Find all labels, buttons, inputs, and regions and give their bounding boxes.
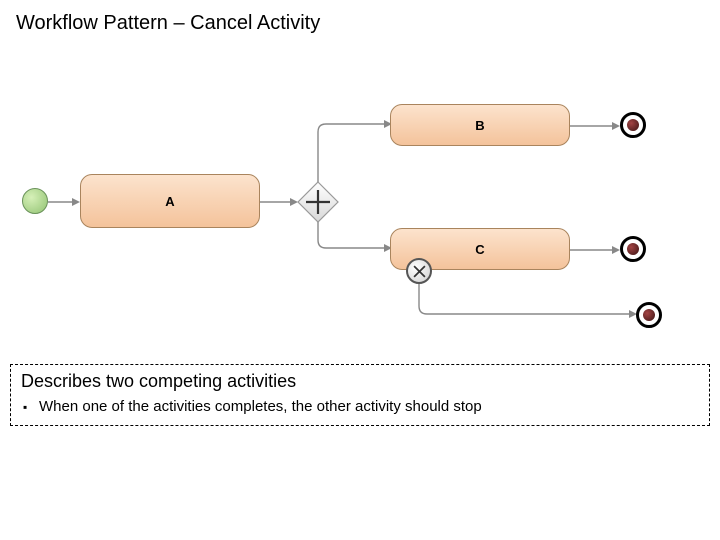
flow-gateway-to-c xyxy=(316,220,392,250)
end-event-cancel xyxy=(636,302,662,328)
description-bullet: When one of the activities completes, th… xyxy=(39,398,699,415)
description-list: When one of the activities completes, th… xyxy=(21,398,699,415)
start-event xyxy=(22,188,48,214)
flow-a-to-gateway xyxy=(260,198,298,206)
flow-boundary-to-end3 xyxy=(417,284,637,318)
end-event-b xyxy=(620,112,646,138)
bpmn-diagram: A B C xyxy=(0,90,720,350)
flow-gateway-to-b xyxy=(316,122,392,186)
flow-start-to-a xyxy=(48,198,80,206)
task-b: B xyxy=(390,104,570,146)
flow-c-to-end2 xyxy=(570,246,620,254)
description-box: Describes two competing activities When … xyxy=(10,364,710,426)
flow-b-to-end1 xyxy=(570,122,620,130)
cancel-boundary-event xyxy=(406,258,432,284)
page-title: Workflow Pattern – Cancel Activity xyxy=(16,12,320,35)
parallel-gateway xyxy=(296,180,340,224)
end-event-c xyxy=(620,236,646,262)
description-heading: Describes two competing activities xyxy=(21,371,699,392)
task-a: A xyxy=(80,174,260,228)
